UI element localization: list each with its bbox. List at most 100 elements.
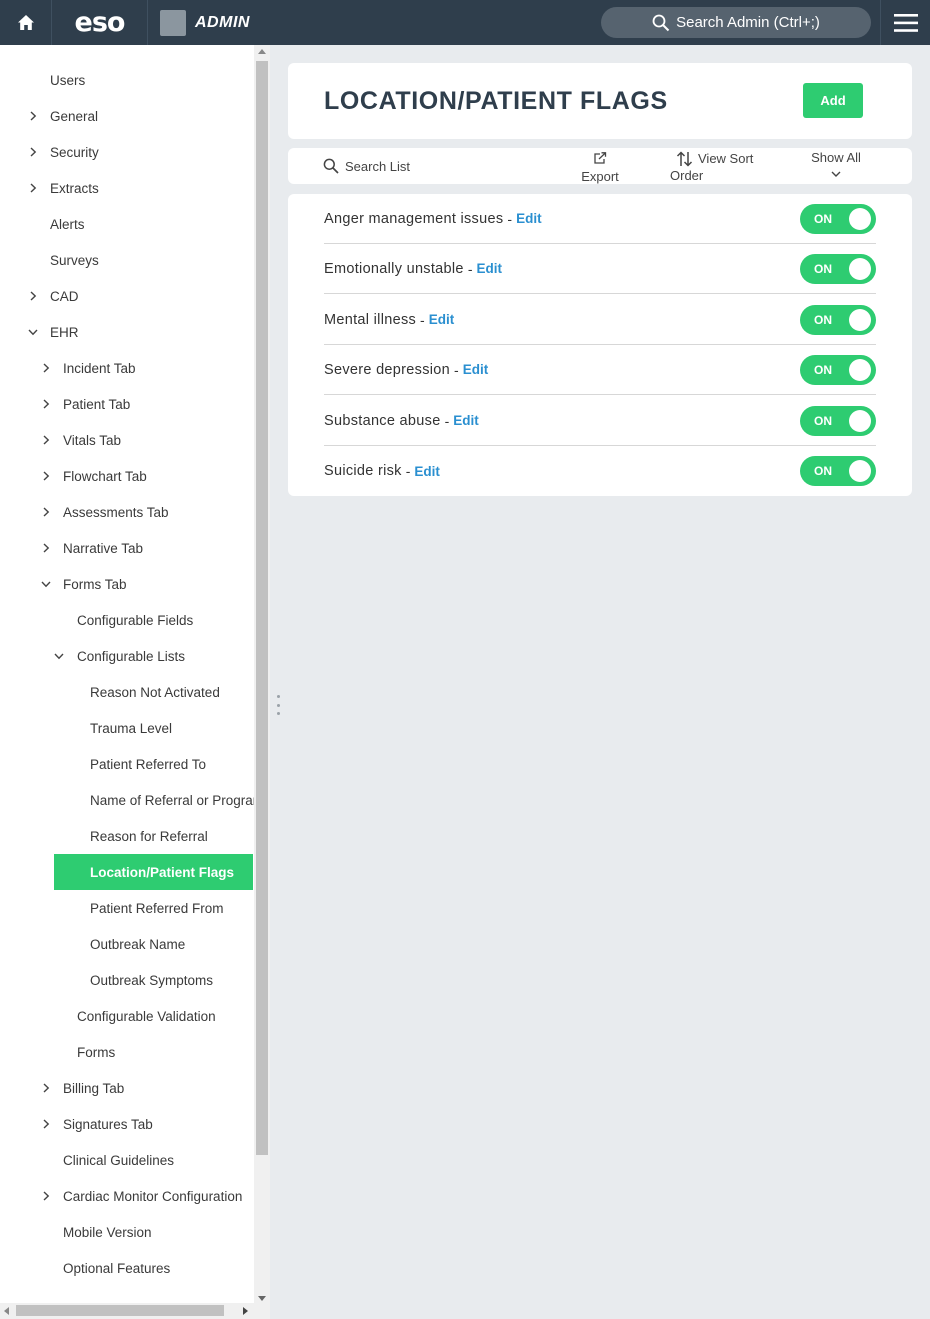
toggle-knob	[849, 460, 871, 482]
sidebar-item-reason-not-activated[interactable]: Reason Not Activated	[0, 674, 254, 710]
sidebar-item-patient-tab[interactable]: Patient Tab	[0, 386, 254, 422]
sidebar-item-mobile-version[interactable]: Mobile Version	[0, 1214, 254, 1250]
sidebar-item-label: Patient Referred To	[90, 756, 207, 772]
scroll-up-arrow-icon[interactable]	[258, 49, 266, 54]
panel-resize-handle[interactable]	[276, 695, 280, 715]
sidebar-item-forms[interactable]: Forms	[0, 1034, 254, 1070]
scroll-down-arrow-icon[interactable]	[258, 1296, 266, 1301]
show-all-dropdown[interactable]: Show All	[810, 150, 862, 182]
sidebar-item-billing-tab[interactable]: Billing Tab	[0, 1070, 254, 1106]
chevron-down-icon[interactable]	[41, 579, 51, 589]
sidebar-item-cad[interactable]: CAD	[0, 278, 254, 314]
chevron-right-icon[interactable]	[41, 399, 51, 409]
sidebar-item-label: Patient Tab	[63, 396, 131, 412]
sidebar-item-vitals-tab[interactable]: Vitals Tab	[0, 422, 254, 458]
scrollbar-thumb[interactable]	[256, 61, 268, 1155]
edit-flag-link[interactable]: Edit	[429, 312, 455, 327]
sidebar-item-label: Optional Features	[63, 1260, 171, 1276]
sidebar-item-trauma-level[interactable]: Trauma Level	[0, 710, 254, 746]
sidebar-item-patient-referred-from[interactable]: Patient Referred From	[0, 890, 254, 926]
admin-module[interactable]: ADMIN	[148, 0, 278, 45]
home-button[interactable]	[0, 0, 52, 45]
search-admin-placeholder: Search Admin (Ctrl+;)	[676, 14, 820, 31]
chevron-right-icon[interactable]	[41, 435, 51, 445]
sidebar-item-configurable-lists[interactable]: Configurable Lists	[0, 638, 254, 674]
search-admin-input[interactable]: Search Admin (Ctrl+;)	[601, 7, 871, 38]
eso-logo[interactable]: eso	[52, 0, 148, 45]
flag-list: Anger management issues - Edit ON Emotionall…	[288, 194, 912, 496]
sidebar-item-label: Name of Referral or Prograr	[90, 792, 254, 808]
sidebar-item-signatures-tab[interactable]: Signatures Tab	[0, 1106, 254, 1142]
sidebar-item-alerts[interactable]: Alerts	[0, 206, 254, 242]
chevron-right-icon[interactable]	[28, 111, 38, 121]
edit-flag-link[interactable]: Edit	[414, 464, 440, 479]
view-sort-order-button[interactable]: View Sort Order	[670, 150, 770, 184]
sidebar-vertical-scrollbar[interactable]	[254, 45, 270, 1303]
chevron-right-icon[interactable]	[41, 543, 51, 553]
sidebar-item-assessments-tab[interactable]: Assessments Tab	[0, 494, 254, 530]
sidebar-item-security[interactable]: Security	[0, 134, 254, 170]
sidebar-item-cardiac-monitor-configuration[interactable]: Cardiac Monitor Configuration	[0, 1178, 254, 1214]
sidebar-item-clinical-guidelines[interactable]: Clinical Guidelines	[0, 1142, 254, 1178]
sidebar-item-label: Outbreak Name	[90, 936, 186, 952]
toggle-state-label: ON	[814, 413, 832, 428]
search-list-button[interactable]: Search List	[323, 158, 410, 174]
search-icon	[652, 14, 670, 31]
chevron-right-icon[interactable]	[28, 183, 38, 193]
hamburger-menu-button[interactable]	[880, 0, 930, 45]
chevron-right-icon[interactable]	[41, 507, 51, 517]
sidebar-item-reason-for-referral[interactable]: Reason for Referral	[0, 818, 254, 854]
sidebar-item-name-of-referral-or-prograr[interactable]: Name of Referral or Prograr	[0, 782, 254, 818]
toggle-state-label: ON	[814, 464, 832, 478]
sidebar-item-forms-tab[interactable]: Forms Tab	[0, 566, 254, 602]
view-sort-label: View Sort	[698, 151, 754, 166]
chevron-right-icon[interactable]	[41, 1119, 51, 1129]
export-button[interactable]: Export	[578, 152, 622, 185]
chevron-right-icon[interactable]	[28, 291, 38, 301]
chevron-down-icon[interactable]	[54, 651, 64, 661]
flag-active-toggle[interactable]: ON	[800, 405, 876, 436]
sidebar-item-outbreak-symptoms[interactable]: Outbreak Symptoms	[0, 962, 254, 998]
sidebar-item-outbreak-name[interactable]: Outbreak Name	[0, 926, 254, 962]
sidebar-horizontal-scrollbar[interactable]	[0, 1303, 254, 1319]
scroll-left-arrow-icon[interactable]	[4, 1307, 9, 1315]
sidebar-item-label: Assessments Tab	[63, 504, 169, 520]
flag-active-toggle[interactable]: ON	[800, 304, 876, 335]
chevron-right-icon[interactable]	[41, 1083, 51, 1093]
sidebar-item-extracts[interactable]: Extracts	[0, 170, 254, 206]
chevron-right-icon[interactable]	[41, 363, 51, 373]
flag-active-toggle[interactable]: ON	[800, 354, 876, 385]
sidebar-item-users[interactable]: Users	[0, 62, 254, 98]
sidebar-item-patient-referred-to[interactable]: Patient Referred To	[0, 746, 254, 782]
sidebar-item-configurable-fields[interactable]: Configurable Fields	[0, 602, 254, 638]
drag-handle-dot	[276, 695, 280, 698]
sidebar-item-surveys[interactable]: Surveys	[0, 242, 254, 278]
sidebar-item-location-patient-flags[interactable]: Location/Patient Flags	[54, 854, 253, 890]
sidebar: Users General Security Extracts Alerts Survey…	[0, 45, 270, 1319]
sidebar-item-configurable-validation[interactable]: Configurable Validation	[0, 998, 254, 1034]
flag-active-toggle[interactable]: ON	[800, 253, 876, 284]
add-button[interactable]: Add	[803, 83, 863, 118]
sidebar-item-label: Configurable Fields	[77, 612, 194, 628]
flag-active-toggle[interactable]: ON	[800, 203, 876, 234]
sidebar-item-general[interactable]: General	[0, 98, 254, 134]
sidebar-item-incident-tab[interactable]: Incident Tab	[0, 350, 254, 386]
sidebar-item-label: Cardiac Monitor Configuration	[63, 1188, 243, 1204]
sidebar-item-optional-features[interactable]: Optional Features	[0, 1250, 254, 1286]
flag-active-toggle[interactable]: ON	[800, 456, 876, 486]
edit-flag-link[interactable]: Edit	[476, 261, 502, 276]
edit-flag-link[interactable]: Edit	[516, 211, 542, 226]
scroll-right-arrow-icon[interactable]	[243, 1307, 248, 1315]
chevron-right-icon[interactable]	[41, 471, 51, 481]
sidebar-item-ehr[interactable]: EHR	[0, 314, 254, 350]
chevron-right-icon[interactable]	[28, 147, 38, 157]
edit-flag-link[interactable]: Edit	[463, 362, 489, 377]
sidebar-item-narrative-tab[interactable]: Narrative Tab	[0, 530, 254, 566]
chevron-right-icon[interactable]	[41, 1191, 51, 1201]
sidebar-item-flowchart-tab[interactable]: Flowchart Tab	[0, 458, 254, 494]
sidebar-item-label: Incident Tab	[63, 360, 136, 376]
edit-flag-link[interactable]: Edit	[453, 413, 479, 428]
scrollbar-thumb[interactable]	[16, 1305, 224, 1316]
flag-name: Substance abuse	[324, 412, 441, 429]
chevron-down-icon[interactable]	[28, 327, 38, 337]
